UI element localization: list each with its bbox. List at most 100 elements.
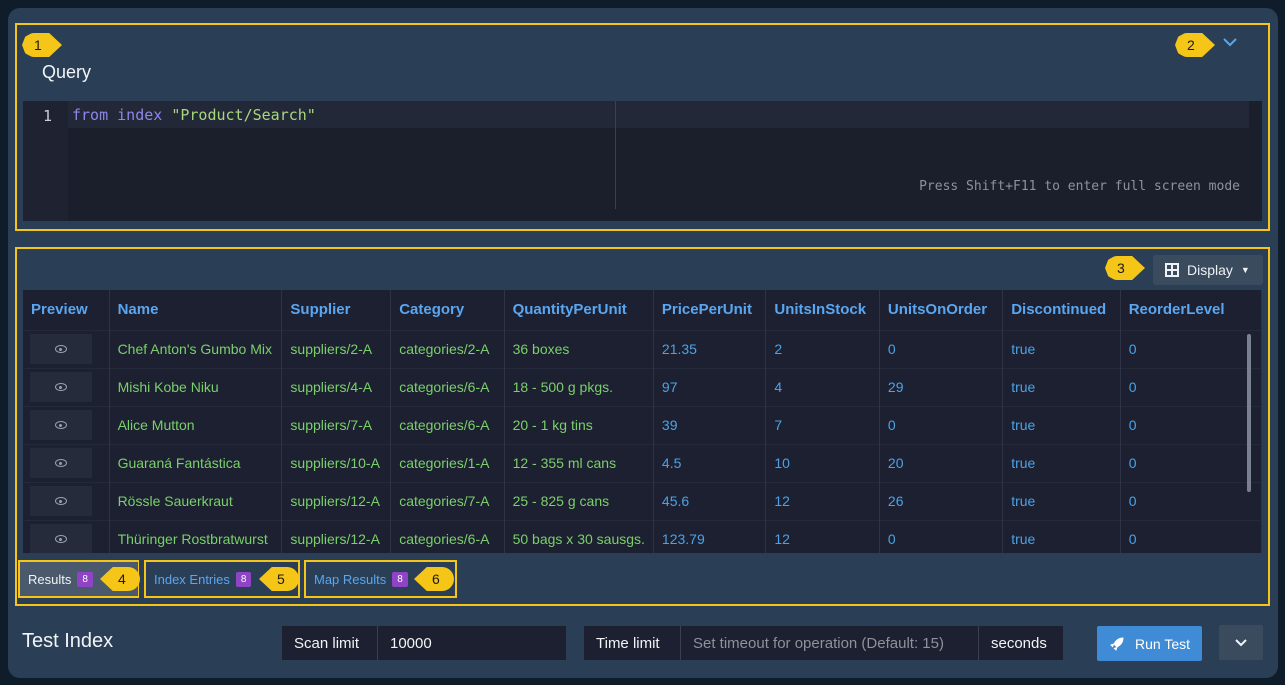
time-limit-input[interactable]: Set timeout for operation (Default: 15) <box>680 626 978 660</box>
count-badge: 8 <box>392 571 408 587</box>
preview-button[interactable] <box>30 334 92 364</box>
eye-icon <box>55 459 67 467</box>
table-cell: true <box>1002 329 1121 368</box>
display-label: Display <box>1187 262 1233 278</box>
table-cell: 18 - 500 g pkgs. <box>504 367 654 406</box>
table-cell: categories/2-A <box>390 329 505 368</box>
table-row[interactable]: Alice Mutton suppliers/7-A categories/6-A 2… <box>23 405 1262 444</box>
table-row[interactable]: Guaraná Fantástica suppliers/10-A categori… <box>23 443 1262 482</box>
preview-cell <box>23 367 110 406</box>
column-header[interactable]: Name <box>109 290 283 330</box>
column-header[interactable]: Preview <box>23 290 110 330</box>
table-cell: Mishi Kobe Niku <box>109 367 283 406</box>
column-header[interactable]: UnitsInStock <box>765 290 880 330</box>
run-test-button[interactable]: Run Test <box>1097 626 1202 661</box>
eye-icon <box>55 345 67 353</box>
table-cell: Rössle Sauerkraut <box>109 481 283 520</box>
table-cell: categories/7-A <box>390 481 505 520</box>
preview-cell <box>23 519 110 553</box>
display-button[interactable]: Display ▼ <box>1153 255 1263 285</box>
table-cell: 0 <box>1120 519 1262 553</box>
table-cell: Alice Mutton <box>109 405 283 444</box>
preview-cell <box>23 405 110 444</box>
column-header[interactable]: UnitsOnOrder <box>879 290 1004 330</box>
tab-label: Results <box>28 571 72 587</box>
time-limit-label: Time limit <box>584 626 680 660</box>
table-cell: 0 <box>1120 481 1262 520</box>
test-index-title: Test Index <box>22 630 114 652</box>
table-cell: suppliers/10-A <box>281 443 392 482</box>
count-badge: 8 <box>235 571 252 587</box>
preview-button[interactable] <box>30 524 92 553</box>
query-title: Query <box>42 62 92 82</box>
table-row[interactable]: Thüringer Rostbratwurst suppliers/12-A cat… <box>23 519 1262 553</box>
table-cell: 21.35 <box>653 329 767 368</box>
tab-label: Index Entries <box>154 571 230 587</box>
grid-icon <box>1165 263 1179 277</box>
table-cell: suppliers/7-A <box>281 405 392 444</box>
table-cell: true <box>1002 367 1121 406</box>
table-cell: 20 - 1 kg tins <box>504 405 654 444</box>
table-cell: 36 boxes <box>504 329 654 368</box>
caret-down-icon: ▼ <box>1240 265 1250 275</box>
table-cell: 4 <box>765 367 880 406</box>
table-cell: 26 <box>879 481 1004 520</box>
table-cell: suppliers/12-A <box>281 481 392 520</box>
table-cell: 0 <box>1120 443 1262 482</box>
eye-icon <box>55 497 67 505</box>
table-cell: 0 <box>879 405 1004 444</box>
count-badge: 8 <box>77 571 93 587</box>
table-cell: 12 - 355 ml cans <box>504 443 654 482</box>
table-cell: 4.5 <box>653 443 767 482</box>
column-header[interactable]: Discontinued <box>1002 290 1121 330</box>
table-row[interactable]: Rössle Sauerkraut suppliers/12-A categorie… <box>23 481 1262 520</box>
table-row[interactable]: Mishi Kobe Niku suppliers/4-A categories/6… <box>23 367 1262 406</box>
run-test-label: Run Test <box>1135 635 1190 652</box>
table-cell: true <box>1002 481 1121 520</box>
more-options-button[interactable] <box>1219 625 1263 660</box>
table-cell: categories/1-A <box>390 443 505 482</box>
table-cell: 10 <box>765 443 880 482</box>
table-cell: 2 <box>765 329 880 368</box>
scan-limit-label: Scan limit <box>282 626 377 660</box>
table-scrollbar[interactable] <box>1247 334 1251 492</box>
preview-button[interactable] <box>30 486 92 516</box>
table-cell: Guaraná Fantástica <box>109 443 283 482</box>
code-index-name: "Product/Search" <box>171 106 316 124</box>
chevron-down-icon[interactable] <box>1222 34 1238 52</box>
code-keyword-index: index <box>117 106 163 124</box>
table-cell: categories/6-A <box>390 519 505 553</box>
table-cell: 39 <box>653 405 767 444</box>
table-cell: 12 <box>765 481 880 520</box>
preview-button[interactable] <box>30 410 92 440</box>
results-table: Preview Name Supplier Category QuantityP… <box>23 290 1262 553</box>
table-cell: categories/6-A <box>390 367 505 406</box>
column-header[interactable]: QuantityPerUnit <box>504 290 654 330</box>
column-header[interactable]: ReorderLevel <box>1120 290 1262 330</box>
table-cell: categories/6-A <box>390 405 505 444</box>
preview-cell <box>23 329 110 368</box>
table-cell: 12 <box>765 519 880 553</box>
query-editor[interactable]: 1 from index "Product/Search" Press Shif… <box>23 101 1262 221</box>
fullscreen-hint: Press Shift+F11 to enter full screen mod… <box>919 179 1240 194</box>
table-cell: 123.79 <box>653 519 767 553</box>
preview-button[interactable] <box>30 372 92 402</box>
table-header-row: Preview Name Supplier Category QuantityP… <box>23 290 1262 330</box>
eye-icon <box>55 383 67 391</box>
table-cell: Thüringer Rostbratwurst <box>109 519 283 553</box>
query-code[interactable]: from index "Product/Search" <box>72 106 316 124</box>
column-header[interactable]: PricePerUnit <box>653 290 767 330</box>
rocket-icon <box>1110 636 1124 651</box>
preview-button[interactable] <box>30 448 92 478</box>
column-header[interactable]: Category <box>390 290 505 330</box>
code-keyword-from: from <box>72 106 109 124</box>
table-cell: 0 <box>879 519 1004 553</box>
table-cell: 0 <box>1120 405 1262 444</box>
column-header[interactable]: Supplier <box>281 290 392 330</box>
table-cell: 45.6 <box>653 481 767 520</box>
scan-limit-input[interactable]: 10000 <box>377 626 566 660</box>
table-cell: true <box>1002 405 1121 444</box>
table-row[interactable]: Chef Anton's Gumbo Mix suppliers/2-A categ… <box>23 329 1262 368</box>
seconds-label: seconds <box>978 626 1063 660</box>
eye-icon <box>55 535 67 544</box>
